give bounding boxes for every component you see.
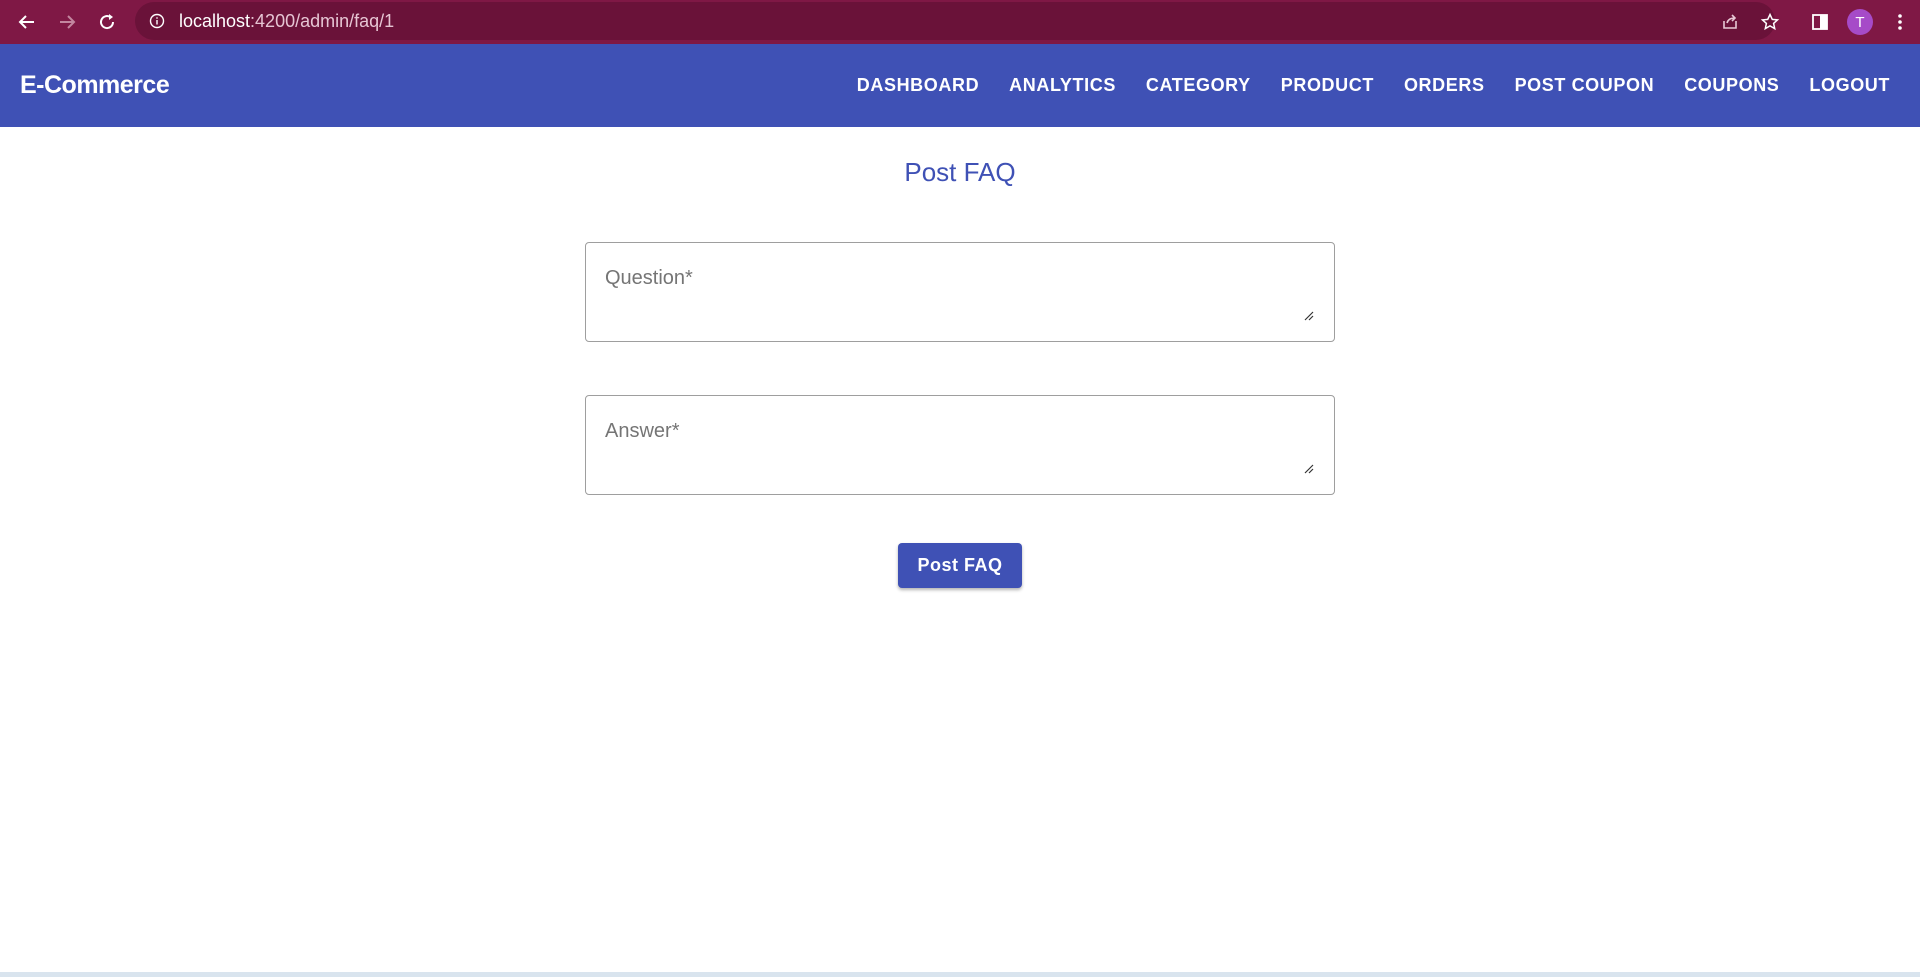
nav-category[interactable]: CATEGORY [1146,75,1251,96]
nav-logout[interactable]: LOGOUT [1809,75,1890,96]
resize-handle-icon[interactable] [1302,462,1314,474]
browser-top-bar: localhost:4200/admin/faq/1 T [0,0,1920,44]
page-title: Post FAQ [904,157,1016,187]
app-toolbar: E-Commerce DASHBOARD ANALYTICS CATEGORY … [0,44,1920,127]
resize-handle-icon[interactable] [1302,309,1314,321]
back-arrow-icon [18,15,34,29]
nav-product[interactable]: PRODUCT [1281,75,1374,96]
question-field [585,242,1335,342]
answer-input[interactable] [586,396,1334,494]
nav-orders[interactable]: ORDERS [1404,75,1485,96]
forward-button[interactable] [47,2,87,42]
nav-analytics[interactable]: ANALYTICS [1009,75,1116,96]
post-faq-button[interactable]: Post FAQ [898,543,1022,588]
profile-button[interactable]: T [1840,2,1880,42]
url-path: :4200/admin/faq/1 [250,10,395,31]
more-vertical-icon [1898,14,1902,30]
site-info-icon[interactable] [149,13,165,29]
side-panel-icon [1812,14,1828,30]
nav-coupons[interactable]: COUPONS [1684,75,1779,96]
answer-field [585,395,1335,495]
nav-post-coupon[interactable]: POST COUPON [1515,75,1655,96]
browser-menu-button[interactable] [1880,2,1920,42]
app-title: E-Commerce [20,71,170,99]
share-icon [1723,14,1737,29]
browser-actions: T [1710,0,1920,44]
url-host: localhost [179,10,251,31]
bookmark-button[interactable] [1750,2,1790,42]
address-bar[interactable]: localhost:4200/admin/faq/1 [135,2,1775,40]
reload-button[interactable] [87,2,127,42]
question-input[interactable] [586,243,1334,341]
side-panel-button[interactable] [1800,2,1840,42]
nav-links: DASHBOARD ANALYTICS CATEGORY PRODUCT ORD… [827,44,1890,127]
window-bottom-edge [0,972,1920,977]
forward-arrow-icon [60,15,76,29]
share-button[interactable] [1710,2,1750,42]
back-button[interactable] [7,2,47,42]
reload-icon [100,14,115,30]
star-icon [1760,12,1780,31]
nav-dashboard[interactable]: DASHBOARD [857,75,979,96]
avatar: T [1847,9,1873,35]
